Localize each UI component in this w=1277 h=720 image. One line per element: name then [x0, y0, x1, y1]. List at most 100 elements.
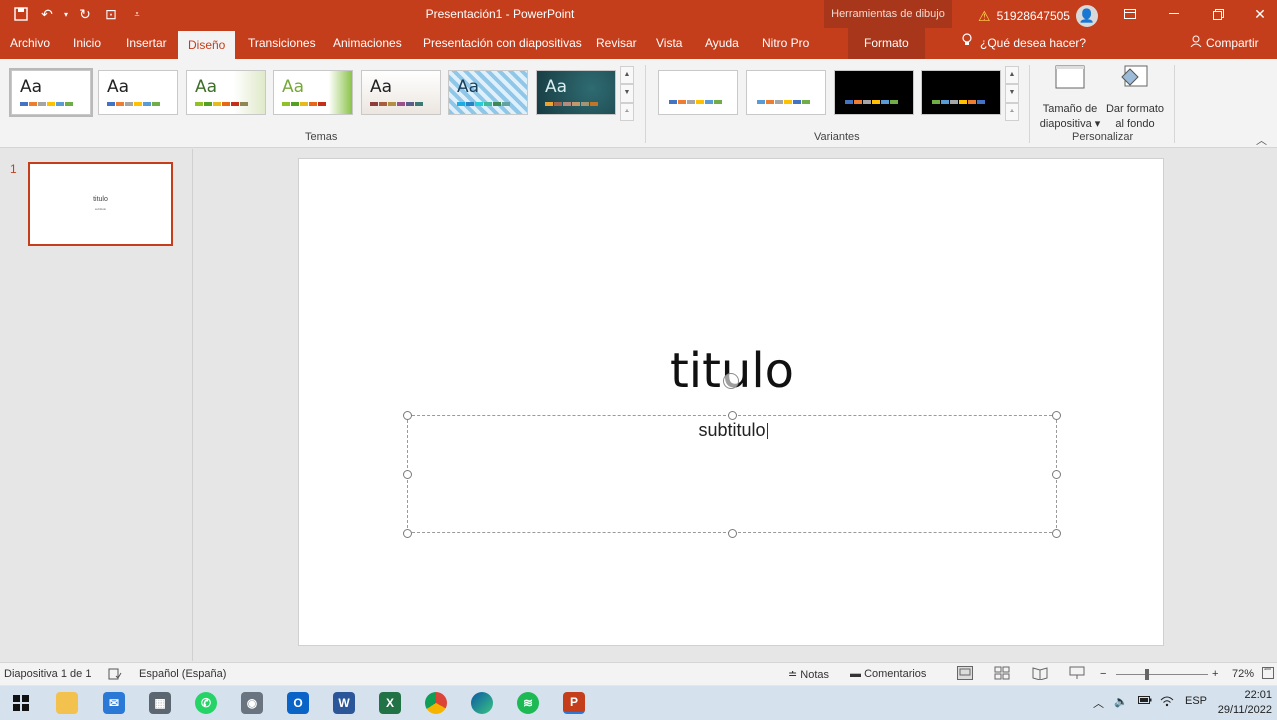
subtitle-text-line[interactable]: subtitulo — [408, 420, 1058, 441]
theme-ion[interactable]: Aa — [273, 70, 353, 115]
tab-archivo[interactable]: Archivo — [8, 28, 52, 59]
show-hidden-icons-icon[interactable]: ︿ — [1093, 695, 1104, 711]
slide-size-label-1: Tamaño de — [1042, 103, 1098, 115]
format-background-icon — [1103, 65, 1167, 96]
tab-presentacion[interactable]: Presentación con diapositivas — [421, 28, 584, 59]
system-clock[interactable]: 22:01 29/11/2022 — [1212, 688, 1272, 718]
tab-ayuda[interactable]: Ayuda — [703, 28, 741, 59]
slide-thumbnails-pane: 1 titulo subtitulo — [0, 149, 193, 661]
variant-3[interactable] — [834, 70, 914, 115]
excel-icon[interactable]: X — [379, 692, 401, 714]
variant-4[interactable] — [921, 70, 1001, 115]
format-background-button[interactable]: Dar formato al fondo — [1103, 65, 1167, 132]
theme-organic[interactable]: Aa — [361, 70, 441, 115]
ribbon-display-options-icon[interactable] — [1108, 0, 1152, 28]
powerpoint-icon[interactable]: P — [563, 692, 585, 714]
themes-gallery-scroll[interactable]: ▲ ▼ ⩡ — [620, 66, 634, 121]
calculator-icon[interactable]: ▦ — [149, 692, 171, 714]
zoom-level[interactable]: 72% — [1232, 668, 1254, 680]
chrome-icon[interactable] — [425, 692, 447, 714]
restore-icon[interactable] — [1196, 0, 1240, 28]
group-divider — [1174, 65, 1175, 143]
resize-handle-top[interactable] — [728, 411, 737, 420]
battery-icon[interactable] — [1138, 695, 1152, 707]
tell-me-label: ¿Qué desea hacer? — [980, 36, 1087, 50]
windows-start-icon[interactable] — [10, 692, 32, 714]
resize-handle-bottom-right[interactable] — [1052, 529, 1061, 538]
tab-animaciones[interactable]: Animaciones — [331, 28, 404, 59]
wifi-icon[interactable] — [1160, 695, 1174, 710]
volume-icon[interactable]: 🔈 — [1114, 695, 1128, 708]
comments-label: Comentarios — [864, 668, 927, 680]
zoom-slider-thumb[interactable] — [1145, 669, 1149, 680]
drawing-tools-context-label: Herramientas de dibujo — [824, 0, 952, 28]
zoom-slider[interactable] — [1116, 674, 1208, 675]
theme-wisp[interactable]: Aa — [448, 70, 528, 115]
tab-revisar[interactable]: Revisar — [594, 28, 639, 59]
theme-office[interactable]: Aa — [9, 68, 93, 117]
text-cursor — [766, 423, 768, 440]
spellcheck-icon[interactable] — [108, 668, 122, 683]
comments-button[interactable]: ▬ Comentarios — [850, 668, 926, 680]
scroll-up-icon[interactable]: ▲ — [1005, 66, 1019, 85]
share-button[interactable]: Compartir — [1190, 28, 1259, 59]
tab-transiciones[interactable]: Transiciones — [246, 28, 318, 59]
avatar[interactable]: 👤 — [1075, 5, 1098, 27]
whatsapp-icon[interactable]: ✆ — [195, 692, 217, 714]
resize-handle-top-right[interactable] — [1052, 411, 1061, 420]
slide-sorter-icon[interactable] — [994, 666, 1010, 683]
tab-nitro-pro[interactable]: Nitro Pro — [760, 28, 811, 59]
scroll-down-icon[interactable]: ▼ — [1005, 84, 1019, 103]
title-bar: ↶ ▾ ↻ ⊡ ⩡ Presentación1 - PowerPoint Her… — [0, 0, 1277, 28]
mail-icon[interactable]: ✉ — [103, 692, 125, 714]
tab-inicio[interactable]: Inicio — [71, 28, 103, 59]
slide-canvas[interactable]: titulo subtitulo — [298, 158, 1164, 646]
rotate-handle-icon[interactable] — [723, 373, 739, 389]
fit-to-window-icon[interactable] — [1262, 666, 1274, 683]
tab-vista[interactable]: Vista — [654, 28, 684, 59]
outlook-icon[interactable]: O — [287, 692, 309, 714]
normal-view-icon[interactable] — [957, 666, 973, 683]
language-status[interactable]: Español (España) — [139, 668, 226, 680]
scroll-down-icon[interactable]: ▼ — [620, 84, 634, 103]
word-icon[interactable]: W — [333, 692, 355, 714]
resize-handle-right[interactable] — [1052, 470, 1061, 479]
resize-handle-bottom-left[interactable] — [403, 529, 412, 538]
variant-2[interactable] — [746, 70, 826, 115]
variants-gallery-scroll[interactable]: ▲ ▼ ⩡ — [1005, 66, 1019, 121]
minimize-icon[interactable] — [1152, 0, 1196, 28]
slide-counter: Diapositiva 1 de 1 — [4, 668, 92, 680]
spotify-icon[interactable]: ≋ — [517, 692, 539, 714]
tell-me-search[interactable]: ¿Qué desea hacer? — [962, 28, 1086, 59]
reading-view-icon[interactable] — [1032, 666, 1048, 683]
file-explorer-icon[interactable] — [56, 692, 78, 714]
camera-icon[interactable]: ◉ — [241, 692, 263, 714]
collapse-ribbon-icon[interactable]: ︿ — [1256, 132, 1267, 148]
slideshow-view-icon[interactable] — [1069, 666, 1085, 683]
notes-button[interactable]: ≐ Notas — [788, 668, 829, 681]
input-language[interactable]: ESP — [1185, 695, 1207, 707]
resize-handle-top-left[interactable] — [403, 411, 412, 420]
more-icon[interactable]: ⩡ — [1005, 102, 1019, 121]
resize-handle-bottom[interactable] — [728, 529, 737, 538]
tab-formato[interactable]: Formato — [848, 28, 925, 59]
more-icon[interactable]: ⩡ — [620, 102, 634, 121]
scroll-up-icon[interactable]: ▲ — [620, 66, 634, 85]
slide-title[interactable]: titulo — [299, 343, 1165, 399]
theme-facet[interactable]: Aa — [186, 70, 266, 115]
thumbnail-title: titulo — [93, 196, 108, 203]
zoom-in-icon[interactable]: + — [1212, 668, 1218, 680]
close-icon[interactable]: ✕ — [1238, 0, 1277, 28]
edge-icon[interactable] — [471, 692, 493, 714]
tab-diseno[interactable]: Diseño — [178, 31, 236, 59]
subtitle-placeholder[interactable]: subtitulo — [403, 411, 1061, 538]
slide-size-button[interactable]: Tamaño de diapositiva ▾ — [1036, 65, 1104, 132]
slide-thumbnail[interactable]: titulo subtitulo — [28, 162, 173, 246]
resize-handle-left[interactable] — [403, 470, 412, 479]
zoom-out-icon[interactable]: − — [1100, 668, 1106, 680]
theme-slice[interactable]: Aa — [536, 70, 616, 115]
tab-insertar[interactable]: Insertar — [124, 28, 169, 59]
theme-office-2[interactable]: Aa — [98, 70, 178, 115]
account-area[interactable]: ⚠ 51928647505 👤 — [978, 5, 1098, 27]
variant-1[interactable] — [658, 70, 738, 115]
